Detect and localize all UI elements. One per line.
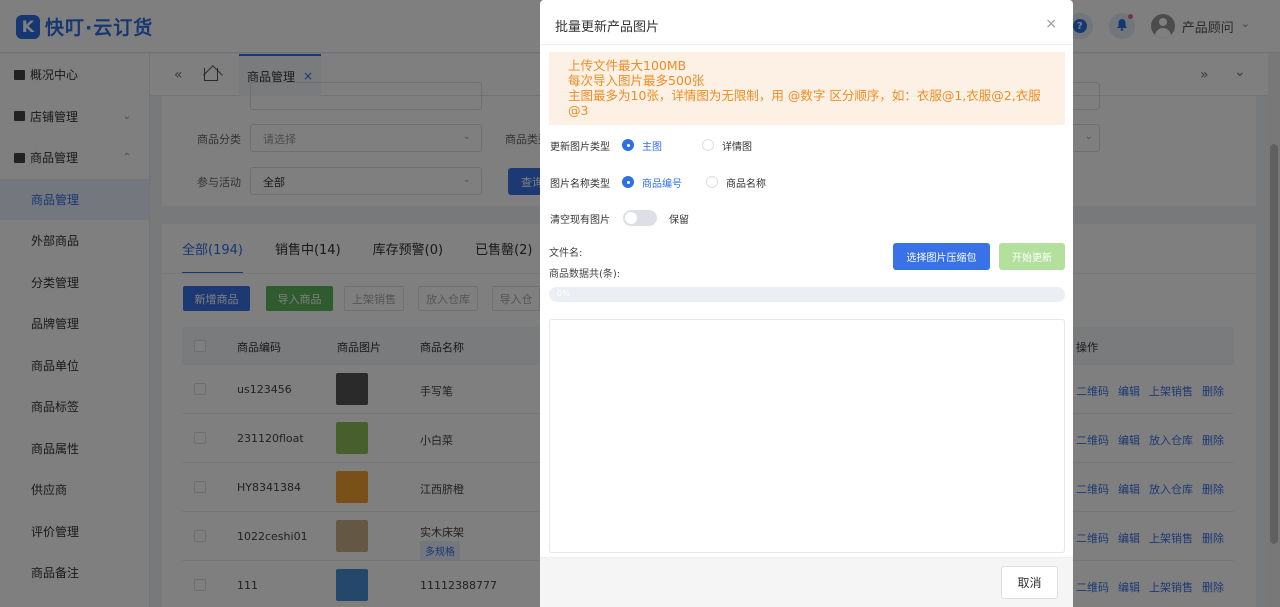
image-type-row: 更新图片类型 主图 详情图 (550, 137, 776, 153)
clear-images-label: 清空现有图片 (550, 214, 610, 226)
radio-label: 主图 (642, 141, 662, 153)
notice-line-3: 主图最多为10张，详情图为无限制，用 @数字 区分顺序，如：衣服@1,衣服@2,… (568, 88, 1041, 118)
clear-images-state: 保留 (669, 214, 689, 226)
radio-checked-icon (622, 139, 634, 151)
close-icon[interactable]: × (1045, 16, 1057, 32)
product-count-label: 商品数据共(条): (549, 269, 621, 280)
result-log-box[interactable] (549, 319, 1065, 553)
dialog-footer: 取消 (540, 557, 1073, 607)
start-update-button[interactable]: 开始更新 (999, 243, 1065, 270)
upload-progress-bar: 0% (549, 287, 1065, 302)
progress-text: 0% (557, 289, 570, 298)
radio-detail-image[interactable]: 详情图 (702, 138, 752, 153)
image-type-label: 更新图片类型 (550, 141, 610, 153)
radio-checked-icon (622, 176, 634, 188)
clear-images-switch[interactable] (623, 210, 657, 226)
file-name-label: 文件名: (549, 248, 583, 259)
clear-images-row: 清空现有图片 保留 (550, 210, 689, 226)
cancel-button[interactable]: 取消 (1001, 566, 1058, 599)
radio-unchecked-icon (706, 176, 718, 188)
radio-label: 商品编号 (642, 178, 682, 190)
upload-notice: 上传文件最大100MB 每次导入图片最多500张 主图最多为10张，详情图为无限… (549, 52, 1065, 125)
radio-product-name[interactable]: 商品名称 (706, 175, 766, 190)
radio-product-code[interactable]: 商品编号 (622, 175, 682, 190)
radio-label: 商品名称 (726, 178, 766, 190)
name-type-label: 图片名称类型 (550, 178, 610, 190)
name-type-row: 图片名称类型 商品编号 商品名称 (550, 174, 790, 190)
dialog-header-divider (540, 44, 1073, 45)
radio-main-image[interactable]: 主图 (622, 138, 662, 153)
notice-line-2: 每次导入图片最多500张 (568, 73, 705, 88)
dialog-title: 批量更新产品图片 (555, 20, 660, 35)
radio-label: 详情图 (722, 141, 752, 153)
choose-zip-button[interactable]: 选择图片压缩包 (893, 243, 990, 270)
notice-line-1: 上传文件最大100MB (568, 58, 687, 73)
batch-update-images-dialog: 批量更新产品图片 × 上传文件最大100MB 每次导入图片最多500张 主图最多… (540, 0, 1073, 607)
radio-unchecked-icon (702, 139, 714, 151)
